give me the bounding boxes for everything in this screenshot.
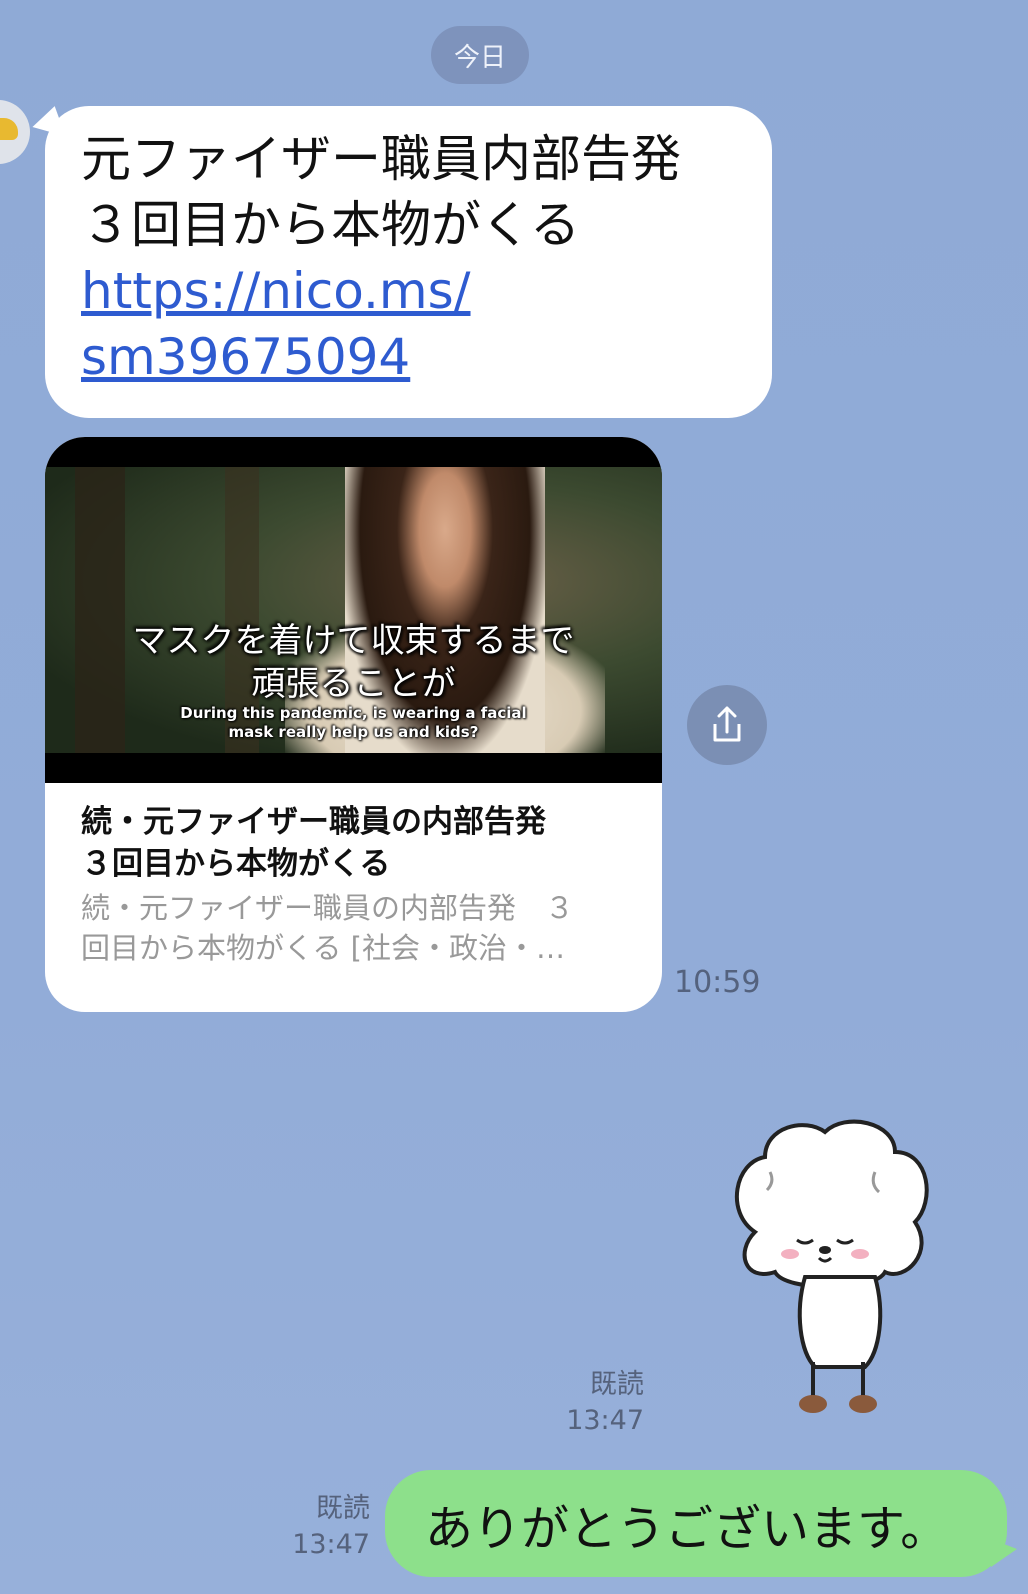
preview-desc-line2: 回目から本物がくる [社会・政治・… [81,931,565,965]
subtitle-jp-line2: 頑張ることが [251,664,456,704]
message-link-line2[interactable]: sm39675094 [81,324,742,390]
message-link-line1[interactable]: https://nico.ms/ [81,258,742,324]
message-text-line1: 元ファイザー職員内部告発 [81,130,681,188]
bubble-tail [991,1539,1017,1567]
incoming-message-bubble[interactable]: 元ファイザー職員内部告発 ３回目から本物がくる https://nico.ms/… [28,106,772,418]
share-button[interactable] [687,685,767,765]
subtitle-en-line2: mask really help us and kids? [228,723,479,741]
sticker-read-status: 既読 13:47 [550,1367,644,1439]
bowing-sheep-sticker[interactable] [725,1112,945,1432]
preview-title: 続・元ファイザー職員の内部告発 ３回目から本物がくる [81,801,641,885]
subtitle-jp-line1: マスクを着けて収束するまで [132,621,575,661]
preview-title-line2: ３回目から本物がくる [81,846,391,882]
message-read-status: 既読 13:47 [276,1491,370,1563]
read-time: 13:47 [566,1405,644,1436]
bubble-tail [28,106,66,146]
video-thumbnail[interactable]: マスクを着けて収束するまで 頑張ることが During this pandemi… [45,437,662,783]
subtitle-en-line1: During this pandemic, is wearing a facia… [180,704,527,722]
link-preview-card[interactable]: マスクを着けて収束するまで 頑張ることが During this pandemi… [45,437,662,1012]
date-separator: 今日 [431,26,529,84]
incoming-timestamp: 10:59 [674,965,761,1000]
share-icon [713,706,741,742]
preview-title-line1: 続・元ファイザー職員の内部告発 [81,804,546,840]
preview-description: 続・元ファイザー職員の内部告発 ３ 回目から本物がくる [社会・政治・… [81,888,621,968]
outgoing-message-text: ありがとうございます。 [425,1500,949,1557]
read-label: 既読 [316,1493,370,1524]
sender-avatar[interactable] [0,100,30,164]
outgoing-message-bubble[interactable]: ありがとうございます。 [385,1470,1017,1577]
read-label: 既読 [590,1369,644,1400]
read-time: 13:47 [292,1529,370,1560]
message-text-line2: ３回目から本物がくる [81,196,580,254]
car-icon [0,118,18,140]
preview-desc-line1: 続・元ファイザー職員の内部告発 ３ [81,891,575,925]
